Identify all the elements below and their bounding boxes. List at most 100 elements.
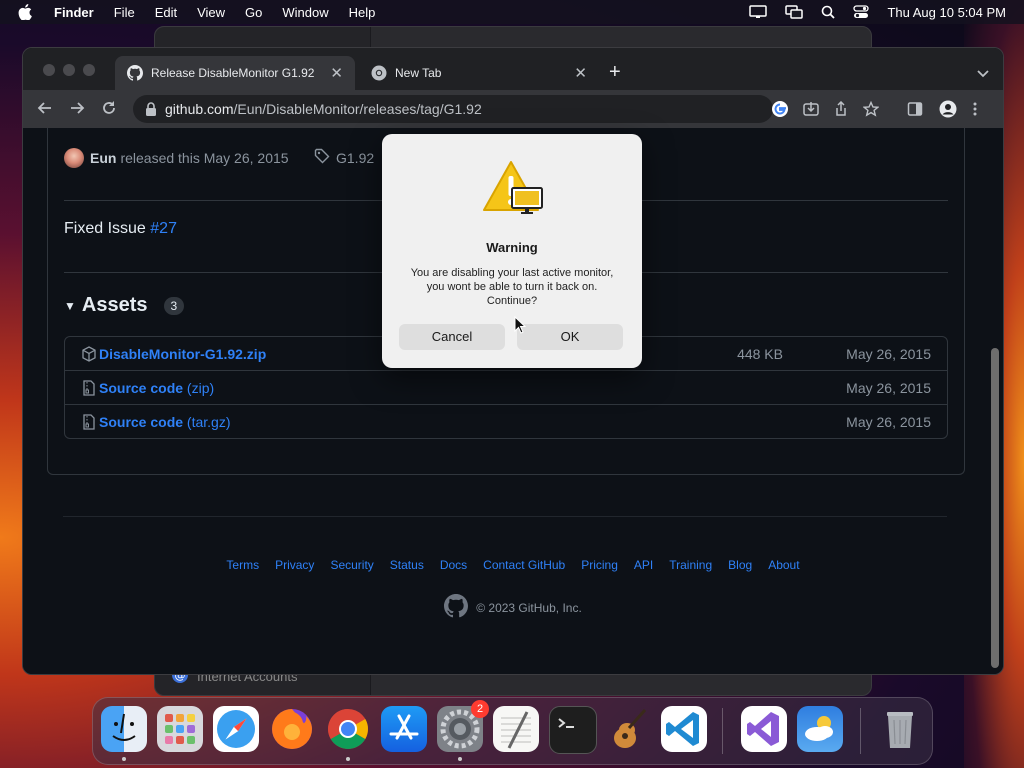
menu-edit[interactable]: Edit (155, 5, 177, 20)
close-window-button[interactable] (43, 64, 55, 76)
menu-window[interactable]: Window (282, 5, 328, 20)
spotlight-search-icon[interactable] (821, 5, 836, 19)
footer-link-status[interactable]: Status (390, 558, 424, 572)
release-tag[interactable]: G1.92 (314, 148, 374, 167)
toolbar-icons (771, 100, 880, 123)
install-app-icon[interactable] (803, 101, 819, 122)
running-indicator (458, 757, 462, 761)
close-tab-icon[interactable]: ✕ (330, 64, 343, 82)
asset-date: May 26, 2015 (846, 413, 931, 430)
bookmark-star-icon[interactable] (862, 100, 880, 122)
tab-title: New Tab (395, 66, 442, 80)
asset-row[interactable]: Source code (zip) May 26, 2015 (65, 370, 947, 404)
footer-link-docs[interactable]: Docs (440, 558, 467, 572)
asset-link[interactable]: DisableMonitor-G1.92.zip (99, 346, 266, 362)
display-icon[interactable] (749, 5, 768, 19)
address-bar[interactable]: github.com/Eun/DisableMonitor/releases/t… (133, 95, 773, 123)
tab-title: Release DisableMonitor G1.92 (151, 66, 315, 80)
share-icon[interactable] (833, 100, 849, 122)
asset-name: Source code (99, 379, 184, 396)
dock-finder-icon[interactable] (101, 706, 147, 752)
menu-go[interactable]: Go (245, 5, 262, 20)
ok-button[interactable]: OK (517, 324, 623, 350)
dock-trash-icon[interactable] (877, 706, 923, 752)
dock-visual-studio-icon[interactable] (741, 706, 787, 752)
lock-icon[interactable] (145, 102, 157, 116)
tab-bar: Release DisableMonitor G1.92 ✕ New Tab ✕… (23, 48, 1003, 90)
chevron-down-icon[interactable] (977, 65, 989, 83)
disclosure-triangle-icon[interactable]: ▼ (64, 299, 76, 313)
menu-clock[interactable]: Thu Aug 10 5:04 PM (887, 5, 1006, 20)
screen-mirroring-icon[interactable] (785, 5, 804, 19)
dock-launchpad-icon[interactable] (157, 706, 203, 752)
assets-count-badge: 3 (163, 296, 185, 315)
tab-release[interactable]: Release DisableMonitor G1.92 ✕ (115, 56, 355, 90)
forward-arrow-icon[interactable] (69, 100, 85, 121)
apple-icon[interactable] (18, 4, 38, 20)
url-domain: github.com (165, 101, 234, 117)
dock-weather-icon[interactable] (797, 706, 843, 752)
google-lens-icon[interactable] (771, 100, 789, 123)
footer-link-about[interactable]: About (768, 558, 799, 572)
back-arrow-icon[interactable] (37, 100, 53, 121)
github-logo-icon[interactable] (444, 594, 469, 621)
dock-garageband-icon[interactable] (605, 706, 651, 752)
asset-size: 448 KB (737, 345, 783, 362)
dock-separator (860, 708, 861, 754)
profile-icon[interactable] (939, 100, 957, 123)
menu-file[interactable]: File (114, 5, 135, 20)
asset-name: DisableMonitor-G1.92.zip (99, 345, 267, 362)
asset-date: May 26, 2015 (846, 345, 931, 362)
warning-dialog: Warning You are disabling your last acti… (382, 134, 642, 368)
dock-app-store-icon[interactable] (381, 706, 427, 752)
issue-link[interactable]: #27 (150, 220, 177, 237)
minimize-window-button[interactable] (63, 64, 75, 76)
tab-new-tab[interactable]: New Tab ✕ (359, 56, 599, 90)
footer-link-privacy[interactable]: Privacy (275, 558, 314, 572)
footer-link-terms[interactable]: Terms (226, 558, 259, 572)
footer-link-pricing[interactable]: Pricing (581, 558, 618, 572)
footer-link-training[interactable]: Training (669, 558, 712, 572)
dialog-message: You are disabling your last active monit… (410, 267, 614, 307)
menu-app-name[interactable]: Finder (54, 5, 94, 20)
page-scrollbar[interactable] (991, 348, 999, 668)
asset-link[interactable]: Source code (tar.gz) (99, 414, 231, 430)
dock-textedit-icon[interactable] (493, 706, 539, 752)
file-zip-icon (81, 379, 97, 396)
release-meta: Eun released this May 26, 2015 (64, 148, 289, 168)
cancel-button[interactable]: Cancel (399, 324, 505, 350)
footer-link-contact[interactable]: Contact GitHub (483, 558, 565, 572)
avatar[interactable] (64, 148, 84, 168)
footer-link-security[interactable]: Security (330, 558, 373, 572)
release-notes: Fixed Issue #27 (64, 220, 177, 238)
dock-terminal-icon[interactable] (549, 706, 597, 754)
asset-date: May 26, 2015 (846, 379, 931, 396)
dock-vscode-icon[interactable] (661, 706, 707, 752)
assets-header[interactable]: ▼ Assets 3 (64, 294, 185, 317)
footer-link-api[interactable]: API (634, 558, 653, 572)
zoom-window-button[interactable] (83, 64, 95, 76)
close-tab-icon[interactable]: ✕ (574, 64, 587, 82)
control-center-icon[interactable] (853, 5, 870, 19)
reload-icon[interactable] (101, 100, 117, 121)
tag-icon (314, 148, 330, 167)
copyright-text: © 2023 GitHub, Inc. (476, 600, 582, 615)
more-options-icon[interactable] (973, 102, 977, 121)
dock-separator (722, 708, 723, 754)
dock-chrome-icon[interactable] (325, 706, 371, 752)
side-panel-icon[interactable] (907, 101, 923, 122)
dock-safari-icon[interactable] (213, 706, 259, 752)
menu-view[interactable]: View (197, 5, 225, 20)
url-path: /Eun/DisableMonitor/releases/tag/G1.92 (233, 101, 482, 117)
author-name[interactable]: Eun (90, 150, 116, 166)
mouse-cursor-icon (514, 315, 527, 339)
dock-firefox-icon[interactable] (269, 706, 315, 752)
browser-toolbar: github.com/Eun/DisableMonitor/releases/t… (23, 90, 1003, 128)
asset-row[interactable]: Source code (tar.gz) May 26, 2015 (65, 404, 947, 438)
asset-suffix: (tar.gz) (183, 413, 231, 430)
new-tab-button[interactable]: + (609, 62, 621, 82)
menu-help[interactable]: Help (349, 5, 376, 20)
dock-system-settings-icon[interactable]: 2 (437, 700, 489, 752)
footer-link-blog[interactable]: Blog (728, 558, 752, 572)
asset-link[interactable]: Source code (zip) (99, 380, 214, 396)
